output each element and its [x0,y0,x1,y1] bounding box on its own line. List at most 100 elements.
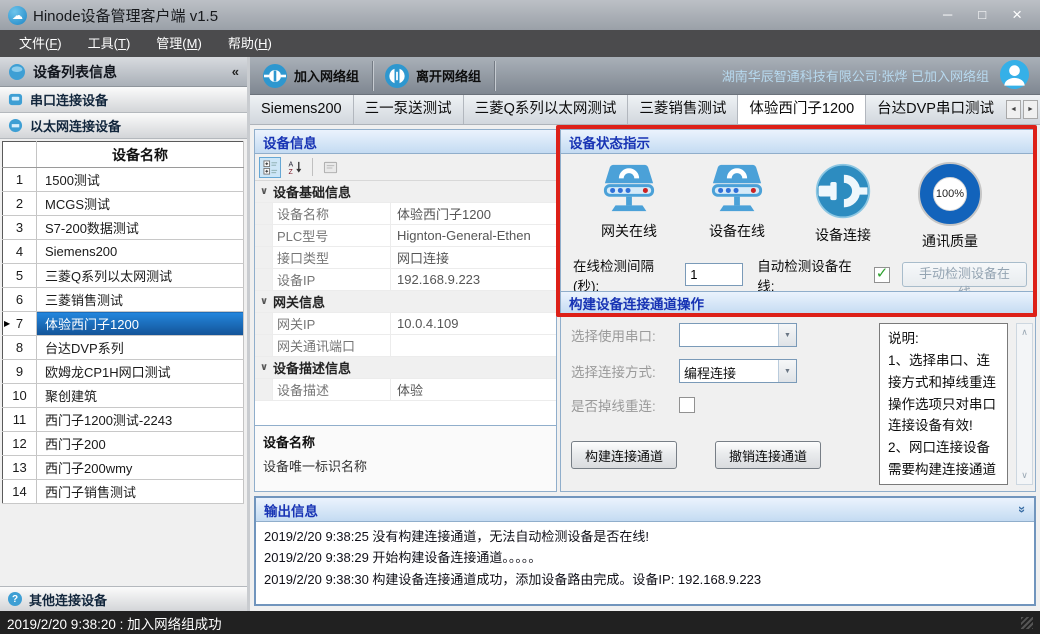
sidebar-item-serial-devices[interactable]: 串口连接设备 [0,87,247,113]
table-row[interactable]: 3S7-200数据测试 [3,216,244,240]
manual-check-button[interactable]: 手动检测设备在线 [902,262,1027,287]
chevron-down-icon: ▼ [778,360,796,382]
serial-port-select[interactable]: ▼ [679,323,797,347]
output-header: 输出信息 » [256,498,1034,522]
close-button[interactable]: × [1012,6,1022,23]
resize-grip[interactable] [1021,617,1033,629]
device-table-header: 设备名称 [3,142,244,168]
table-row[interactable]: 8台达DVP系列 [3,336,244,360]
chevron-down-icon: ∨ [255,296,273,307]
tab-delta-dvp-serial-test[interactable]: 台达DVP串口测试 [866,95,1004,124]
table-row[interactable]: 9欧姆龙CP1H网口测试 [3,360,244,384]
leave-network-button[interactable]: 离开网络组 [378,59,491,93]
property-row[interactable]: 设备名称体验西门子1200 [255,203,556,225]
menu-manage[interactable]: 管理(M) [143,30,215,57]
sidebar-item-other-devices[interactable]: ? 其他连接设备 [0,586,247,611]
toolbar-separator [495,61,496,91]
revoke-channel-button[interactable]: 撤销连接通道 [715,441,821,469]
leave-network-icon [384,63,410,89]
reconnect-checkbox[interactable] [679,397,695,413]
table-row[interactable]: 12西门子200 [3,432,244,456]
property-row[interactable]: 网关IP10.0.4.109 [255,313,556,335]
tab-mitsubishi-q-ethernet-test[interactable]: 三菱Q系列以太网测试 [464,95,629,124]
note-scrollbar[interactable]: ∧ ∨ [1016,323,1033,485]
tab-siemens1200-selected[interactable]: 体验西门子1200 [738,95,866,124]
channel-ops-header: 构建设备连接通道操作 [561,291,1035,315]
serial-port-label: 选择使用串口: [571,325,679,345]
table-row[interactable]: 11西门子1200测试-2243 [3,408,244,432]
menu-tools[interactable]: 工具(T) [75,30,144,57]
menu-help[interactable]: 帮助(H) [215,30,285,57]
property-row[interactable]: 设备描述体验 [255,379,556,401]
table-row[interactable]: 14西门子销售测试 [3,480,244,504]
output-collapse-icon[interactable]: » [1015,506,1030,513]
sidebar-title: 设备列表信息 [33,62,117,82]
alphabetical-sort-icon[interactable]: AZ [284,157,306,178]
status-bar: 2019/2/20 9:38:20 : 加入网络组成功 [0,611,1040,634]
log-line: 2019/2/20 9:38:25 没有构建连接通道，无法自动检测设备是否在线! [264,526,1026,547]
avatar-icon [999,59,1030,90]
scroll-down-icon[interactable]: ∨ [1021,470,1028,481]
tab-siemens200[interactable]: Siemens200 [250,95,354,124]
categorized-view-icon[interactable] [259,157,281,178]
property-row[interactable]: 设备IP192.168.9.223 [255,269,556,291]
output-log-list: 2019/2/20 9:38:25 没有构建连接通道，无法自动检测设备是否在线!… [256,522,1034,604]
account-status-text: 湖南华辰智通科技有限公司:张烨 已加入网络组 [722,66,989,85]
comm-quality-value: 100% [936,188,964,200]
chevron-down-icon: ∨ [255,186,273,197]
property-category[interactable]: ∨设备描述信息 [255,357,556,379]
tab-mitsubishi-sales-test[interactable]: 三菱销售测试 [628,95,738,124]
status-bar-text: 2019/2/20 9:38:20 : 加入网络组成功 [7,613,222,633]
property-row[interactable]: 接口类型网口连接 [255,247,556,269]
sidebar-collapse-icon[interactable]: « [232,64,239,79]
device-status-header: 设备状态指示 [561,130,1035,154]
auto-check-checkbox[interactable]: ✓ [874,267,890,283]
check-icon: ✓ [876,264,889,282]
chevron-down-icon: ∨ [255,362,273,373]
table-row[interactable]: 5三菱Q系列以太网测试 [3,264,244,288]
join-network-button[interactable]: 加入网络组 [256,59,369,93]
property-row[interactable]: 网关通讯端口 [255,335,556,357]
sidebar-item-ethernet-devices[interactable]: 以太网连接设备 [0,113,247,139]
tab-sany-pump-test[interactable]: 三一泵送测试 [354,95,464,124]
table-row[interactable]: 6三菱销售测试 [3,288,244,312]
toolbar-separator [312,158,313,176]
connect-mode-select[interactable]: 编程连接 ▼ [679,359,797,383]
table-row[interactable]: 4Siemens200 [3,240,244,264]
tab-scroll-right-icon[interactable]: ► [1023,100,1038,119]
other-device-icon: ? [8,592,22,606]
table-row[interactable]: 10聚创建筑 [3,384,244,408]
maximize-button[interactable]: □ [978,8,986,23]
online-check-row: 在线检测间隔(秒): 自动检测设备在线: ✓ 手动检测设备在线 [561,258,1035,291]
channel-ops-body: 选择使用串口: ▼ 选择连接方式: 编程连接 ▼ [561,315,1035,491]
selected-row-marker-icon: ▶ [4,319,10,328]
property-grid-toolbar: AZ [255,154,556,181]
app-window: ☁ Hinode设备管理客户端 v1.5 ─ □ × 文件(F) 工具(T) 管… [0,0,1040,634]
property-category[interactable]: ∨网关信息 [255,291,556,313]
table-row-selected[interactable]: ▶7 体验西门子1200 [3,312,244,336]
interval-input[interactable] [685,263,743,286]
svg-text:A: A [288,161,293,168]
network-toolbar: 加入网络组 离开网络组 湖南华辰智通科技有限公司:张烨 已加入网络组 [250,57,1040,95]
property-row[interactable]: PLC型号Hignton-General-Ethen [255,225,556,247]
serial-device-icon [8,92,23,107]
tab-scroll-left-icon[interactable]: ◄ [1006,100,1021,119]
menu-bar: 文件(F) 工具(T) 管理(M) 帮助(H) [0,30,1040,57]
menu-file[interactable]: 文件(F) [6,30,75,57]
build-channel-button[interactable]: 构建连接通道 [571,441,677,469]
device-table-container: 设备名称 11500测试 2MCGS测试 3S7-200数据测试 4Siemen… [0,139,247,586]
instructions-note: 说明: 1、选择串口、连接方式和掉线重连操作选项只对串口连接设备有效! 2、网口… [879,323,1008,485]
sidebar-header: 设备列表信息 « [0,57,247,87]
scroll-up-icon[interactable]: ∧ [1021,327,1028,338]
table-row[interactable]: 11500测试 [3,168,244,192]
device-connect-indicator: 设备连接 [814,162,872,245]
status-indicators: 网关在线 设备在线 [561,154,1035,258]
auto-check-label: 自动检测设备在线: [757,255,868,295]
property-pages-icon-disabled[interactable] [319,157,341,178]
table-row[interactable]: 2MCGS测试 [3,192,244,216]
output-panel: 输出信息 » 2019/2/20 9:38:25 没有构建连接通道，无法自动检测… [254,496,1036,606]
property-category[interactable]: ∨设备基础信息 [255,181,556,203]
user-avatar[interactable] [999,59,1030,93]
table-row[interactable]: 13西门子200wmy [3,456,244,480]
minimize-button[interactable]: ─ [943,8,952,23]
